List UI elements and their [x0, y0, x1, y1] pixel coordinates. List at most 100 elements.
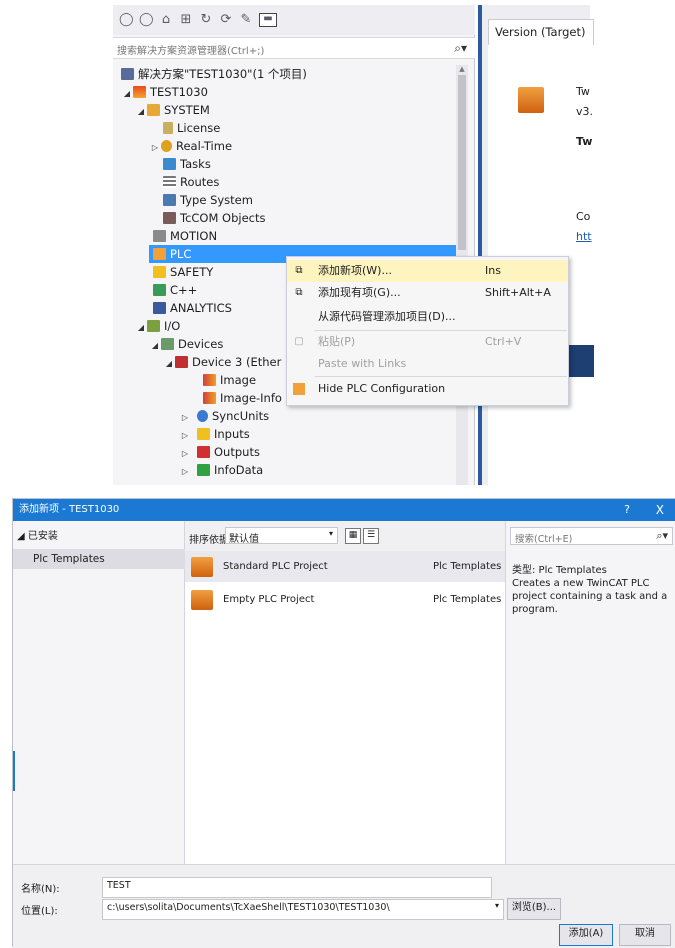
help-button[interactable]: ?	[624, 499, 630, 521]
tasks-icon	[163, 158, 176, 170]
motion-icon	[153, 230, 166, 242]
sort-bar: 排序依据: 默认值 ▾ ▦ ☰	[185, 521, 505, 551]
version-pane: Version (Target) Tw v3. Tw Co htt	[478, 5, 594, 485]
history-icon[interactable]: ↻	[199, 13, 213, 27]
menu-item-paste-with-links[interactable]: Paste with Links	[287, 353, 568, 375]
installed-node[interactable]: ◢ 已安装	[17, 527, 58, 542]
menu-item-paste[interactable]: ▢ 粘贴(P) Ctrl+V	[287, 331, 568, 353]
menu-item-add-existing[interactable]: ⧉ 添加现有项(G)... Shift+Alt+A	[287, 282, 568, 304]
browse-button[interactable]: 浏览(B)...	[507, 898, 561, 920]
category-plc-templates[interactable]: Plc Templates	[13, 549, 185, 569]
scrollbar-thumb[interactable]	[458, 75, 466, 250]
panel-edge-accent	[13, 751, 15, 791]
tree-item-project[interactable]: ◢ TEST1030	[121, 83, 208, 101]
tree-item-image[interactable]: Image	[203, 371, 256, 389]
tccom-icon	[163, 212, 176, 224]
tree-item-type-system[interactable]: Type System	[163, 191, 253, 209]
tree-item-device3[interactable]: ◢ Device 3 (Ether	[163, 353, 281, 371]
description-text: Creates a new TwinCAT PLC project contai…	[512, 578, 668, 615]
hide-plc-icon	[293, 383, 305, 395]
name-field[interactable]: TEST	[102, 877, 492, 898]
safety-icon	[153, 266, 166, 278]
search-icon[interactable]: ⌕▾	[454, 41, 467, 56]
menu-item-add-from-source-control[interactable]: 从源代码管理添加项目(D)...	[287, 306, 568, 328]
tree-item-inputs[interactable]: ▷ Inputs	[179, 425, 250, 443]
tree-item-solution[interactable]: 解决方案"TEST1030"(1 个项目)	[121, 65, 307, 83]
routes-icon	[163, 176, 176, 188]
sort-select[interactable]: 默认值 ▾	[225, 527, 338, 545]
infodata-icon	[197, 464, 210, 476]
cancel-button[interactable]: 取消	[619, 924, 671, 946]
tree-item-safety[interactable]: SAFETY	[149, 263, 213, 281]
name-label: 名称(N):	[21, 884, 60, 895]
add-new-item-dialog: 添加新项 - TEST1030 ? X ◢ 已安装 Plc Templates …	[12, 498, 675, 948]
tree-item-motion[interactable]: MOTION	[149, 227, 458, 245]
expand-arrow-icon[interactable]: ◢	[135, 103, 147, 121]
system-icon	[147, 104, 160, 116]
expand-arrow-icon[interactable]: ◢	[121, 85, 133, 103]
project-icon	[133, 86, 146, 98]
chevron-down-icon: ▾	[328, 529, 333, 538]
tree-item-license[interactable]: License	[163, 119, 220, 137]
list-view-icon[interactable]: ☰	[363, 528, 379, 544]
expand-arrow-icon[interactable]: ◢	[163, 355, 175, 373]
preview-icon[interactable]: ▬	[259, 13, 277, 27]
add-button[interactable]: 添加(A)	[559, 924, 613, 946]
product-name: Tw	[576, 85, 590, 98]
outputs-icon	[197, 446, 210, 458]
tree-item-devices[interactable]: ◢ Devices	[149, 335, 223, 353]
switch-views-icon[interactable]: ⊞	[179, 13, 193, 27]
image-icon	[203, 374, 216, 386]
scroll-up-icon[interactable]: ▲	[456, 65, 468, 73]
add-new-item-icon: ⧉	[295, 265, 303, 276]
device-icon	[175, 356, 188, 368]
template-search-input[interactable]: 搜索(Ctrl+E) ⌕▾	[510, 527, 673, 545]
tree-item-cpp[interactable]: C++	[149, 281, 197, 299]
search-icon[interactable]: ⌕▾	[656, 529, 668, 543]
plc-project-icon	[191, 557, 213, 577]
refresh-icon[interactable]: ⟳	[219, 13, 233, 27]
expand-arrow-icon[interactable]: ◢	[135, 319, 147, 337]
tree-item-outputs[interactable]: ▷ Outputs	[179, 443, 260, 461]
forward-icon[interactable]: ◯	[139, 13, 154, 27]
tab-version-target[interactable]: Version (Target)	[488, 19, 594, 45]
realtime-icon	[161, 140, 172, 152]
tree-item-tasks[interactable]: Tasks	[163, 155, 211, 173]
tree-item-syncunits[interactable]: ▷ SyncUnits	[179, 407, 269, 425]
syncunits-icon	[197, 410, 208, 422]
type-system-icon	[163, 194, 176, 206]
tree-item-realtime[interactable]: ▷ Real-Time	[149, 137, 232, 155]
home-icon[interactable]: ⌂	[159, 13, 173, 27]
add-existing-item-icon: ⧉	[295, 287, 303, 298]
menu-item-hide-plc-config[interactable]: Hide PLC Configuration	[287, 378, 568, 400]
expand-arrow-icon[interactable]: ◢	[149, 337, 161, 355]
tree-item-routes[interactable]: Routes	[163, 173, 219, 191]
close-button[interactable]: X	[656, 499, 664, 521]
tree-item-analytics[interactable]: ANALYTICS	[149, 299, 232, 317]
tree-item-system[interactable]: ◢ SYSTEM	[135, 101, 210, 119]
version-number: v3.	[576, 105, 594, 118]
location-label: 位置(L):	[21, 906, 58, 917]
website-link[interactable]: htt	[576, 230, 592, 243]
tree-item-infodata[interactable]: ▷ InfoData	[179, 461, 263, 479]
analytics-icon	[153, 302, 166, 314]
plc-icon	[153, 248, 166, 260]
devices-icon	[161, 338, 174, 350]
product-title: Tw	[576, 135, 593, 148]
collapse-arrow-icon[interactable]: ▷	[149, 139, 161, 157]
template-empty-plc-project[interactable]: Empty PLC Project Plc Templates	[185, 584, 505, 615]
cpp-icon	[153, 284, 166, 296]
image-info-icon	[203, 392, 216, 404]
solution-search-input[interactable]: 搜索解决方案资源管理器(Ctrl+;) ⌕▾	[113, 37, 475, 59]
tree-item-io[interactable]: ◢ I/O	[135, 317, 180, 335]
location-field[interactable]: c:\users\solita\Documents\TcXaeShell\TES…	[102, 899, 504, 920]
collapse-arrow-icon[interactable]: ▷	[179, 463, 191, 481]
context-menu: ⧉ 添加新项(W)... Ins ⧉ 添加现有项(G)... Shift+Alt…	[286, 256, 569, 406]
tree-item-image-info[interactable]: Image-Info	[203, 389, 282, 407]
tree-item-tccom[interactable]: TcCOM Objects	[163, 209, 266, 227]
template-standard-plc-project[interactable]: Standard PLC Project Plc Templates	[185, 551, 505, 582]
back-icon[interactable]: ◯	[119, 13, 134, 27]
grid-view-icon[interactable]: ▦	[345, 528, 361, 544]
menu-item-add-new[interactable]: ⧉ 添加新项(W)... Ins	[287, 260, 568, 282]
properties-icon[interactable]: ✎	[239, 13, 253, 27]
